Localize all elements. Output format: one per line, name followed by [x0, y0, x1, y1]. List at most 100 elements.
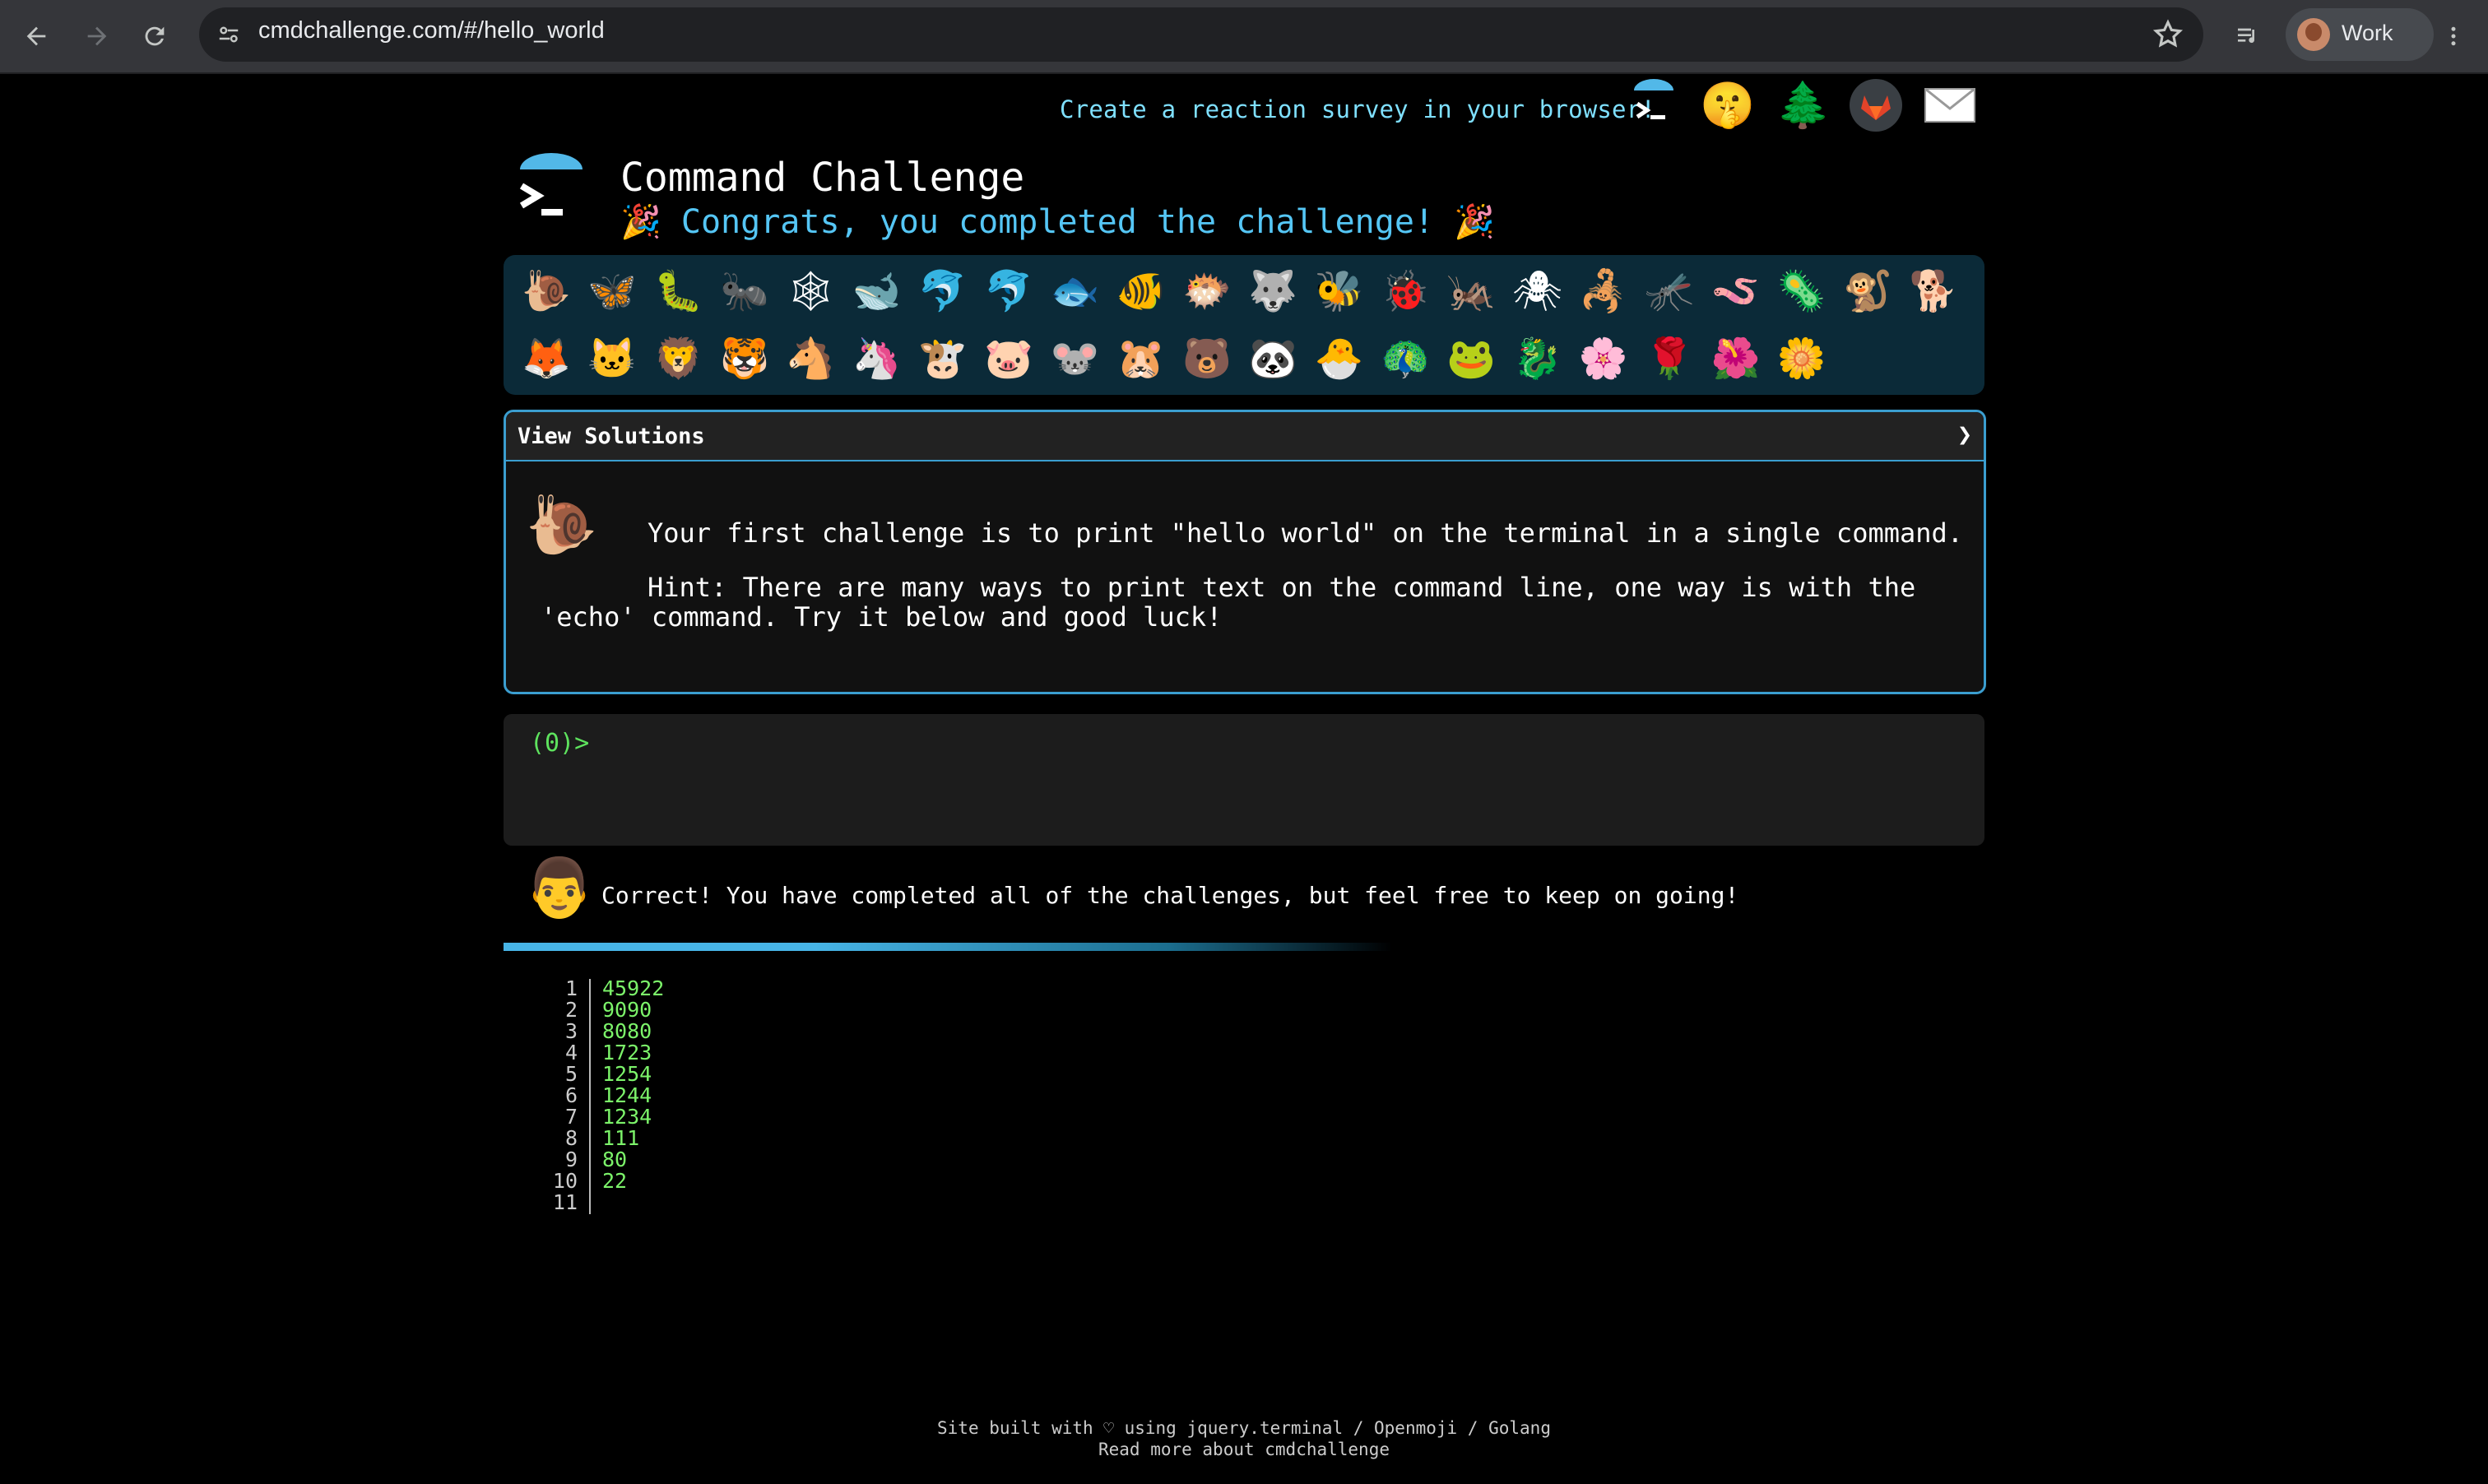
challenge-badge-icon[interactable]: 🐭 — [1048, 332, 1101, 385]
challenge-badge-icon[interactable]: 🐺 — [1246, 265, 1299, 318]
terminal[interactable]: (0)> — [504, 714, 1984, 846]
tree-icon[interactable]: 🌲 — [1775, 79, 1831, 132]
person-avatar-icon: 👨 — [523, 854, 596, 921]
challenge-badge-icon[interactable]: 🐷 — [982, 332, 1035, 385]
challenge-badge-icon[interactable]: 🦟 — [1643, 265, 1696, 318]
challenge-badge-icon[interactable]: 🐱 — [586, 332, 638, 385]
challenge-badge-icon[interactable]: 🐌 — [520, 265, 573, 318]
footer-read-more-link[interactable]: Read more about cmdchallenge — [0, 1440, 2488, 1459]
snail-icon: 🐌 — [526, 491, 598, 559]
challenge-badge-icon[interactable]: 🐝 — [1313, 265, 1366, 318]
challenge-badge-icon[interactable]: 🐞 — [1379, 265, 1432, 318]
challenge-badge-icon[interactable]: 🐉 — [1511, 332, 1564, 385]
line-number: 4 — [564, 1041, 578, 1064]
challenge-badge-icon[interactable]: 🐋 — [851, 265, 903, 318]
site-settings-icon[interactable] — [211, 16, 247, 53]
chevron-right-icon[interactable]: ❯ — [1957, 420, 1972, 449]
challenge-panel: View Solutions ❯ 🐌 Your first challenge … — [504, 410, 1986, 694]
challenge-badge-icon[interactable]: 🕸 — [784, 265, 837, 318]
congrats-message: 🎉 Congrats, you completed the challenge!… — [620, 203, 1495, 241]
challenge-badge-icon[interactable]: 🐻 — [1181, 332, 1233, 385]
challenge-badge-icon[interactable]: 🐛 — [652, 265, 705, 318]
challenge-badge-icon[interactable]: 🐣 — [1313, 332, 1366, 385]
view-solutions-title[interactable]: View Solutions — [518, 424, 705, 449]
shushing-face-icon[interactable]: 🤫 — [1700, 79, 1755, 132]
challenge-badge-icon[interactable]: 🐜 — [718, 265, 771, 318]
cmdchallenge-logo-icon — [513, 151, 589, 230]
challenge-description: Your first challenge is to print "hello … — [648, 517, 1964, 549]
challenge-badge-icon[interactable]: 🦊 — [520, 332, 573, 385]
profile-button[interactable]: Work — [2286, 8, 2434, 61]
address-bar[interactable]: cmdchallenge.com/#/hello_world — [199, 7, 2203, 62]
challenge-badge-icon[interactable]: 🌹 — [1643, 332, 1696, 385]
output-row: 10 22 — [510, 1171, 627, 1192]
url-text[interactable]: cmdchallenge.com/#/hello_world — [258, 17, 605, 44]
avatar — [2297, 18, 2330, 51]
terminal-prompt[interactable]: (0)> — [530, 729, 589, 758]
output-value: 1234 — [602, 1105, 652, 1129]
view-solutions-toggle[interactable]: View Solutions ❯ — [506, 412, 1984, 461]
output-row: 8 111 — [510, 1126, 639, 1150]
output-row: 4 1723 — [510, 1041, 652, 1064]
output-row: 3 8080 — [510, 1019, 652, 1043]
challenge-badge-icon[interactable]: 🐼 — [1246, 332, 1299, 385]
gitlab-icon[interactable] — [1850, 79, 1902, 132]
challenge-badge-icon[interactable]: 🦄 — [851, 332, 903, 385]
challenge-badge-icon[interactable]: 🐴 — [784, 332, 837, 385]
challenge-badge-icon[interactable]: 🐕 — [1907, 265, 1960, 318]
output-value: 80 — [602, 1148, 628, 1171]
challenge-hint-line-1: Hint: There are many ways to print text … — [648, 572, 1916, 603]
forward-button[interactable] — [77, 16, 117, 56]
challenge-badges-panel: 🐌 🦋 🐛 🐜 🕸 🐋 🐬 🐬 🐟 🐠 🐡 🐺 🐝 🐞 🦗 🕷 🦂 🦟 🪱 🦠 🐒 🐕 🦊 🐱 🦁 🐯 🐴 🦄 🐮 🐷 🐭 🐹 🐻 🐼 🐣 🦚 🐸 🐉 🌸 🌹… — [504, 255, 1984, 395]
progress-bar — [504, 943, 1392, 951]
more-menu-icon[interactable] — [2434, 16, 2473, 56]
challenge-badge-icon[interactable]: 🌸 — [1577, 332, 1630, 385]
challenge-badge-icon[interactable]: 🌺 — [1709, 332, 1762, 385]
challenge-badge-icon[interactable]: 🐸 — [1445, 332, 1497, 385]
challenge-badge-icon[interactable]: 🌼 — [1775, 332, 1828, 385]
challenge-badge-icon[interactable]: 🐯 — [718, 332, 771, 385]
output-value: 111 — [602, 1126, 640, 1150]
output-value: 8080 — [602, 1019, 652, 1043]
challenge-badge-icon[interactable]: 🐬 — [917, 265, 969, 318]
challenge-badge-icon[interactable]: 🦁 — [652, 332, 705, 385]
challenge-badge-icon[interactable]: 🦋 — [586, 265, 638, 318]
line-number-gutter — [589, 979, 591, 1214]
browser-toolbar: cmdchallenge.com/#/hello_world Work — [0, 0, 2488, 74]
challenge-badge-icon[interactable]: 🐟 — [1048, 265, 1101, 318]
forward-arrow-icon — [87, 26, 107, 46]
challenge-badge-icon[interactable]: 🕷 — [1511, 265, 1564, 318]
mail-icon[interactable] — [1924, 79, 1976, 132]
challenge-badge-icon[interactable]: 🐡 — [1181, 265, 1233, 318]
output-value: 1254 — [602, 1062, 652, 1086]
challenge-badge-icon[interactable]: 🐹 — [1115, 332, 1167, 385]
reload-button[interactable] — [135, 16, 174, 56]
output-row: 7 1234 — [510, 1106, 652, 1128]
reaction-survey-link[interactable]: Create a reaction survey in your browser… — [1060, 95, 1655, 123]
profile-label: Work — [2342, 21, 2393, 45]
output-value: 1723 — [602, 1041, 652, 1064]
challenge-badge-icon[interactable]: 🐮 — [917, 332, 969, 385]
challenge-badge-icon[interactable]: 🐒 — [1841, 265, 1894, 318]
line-number: 6 — [564, 1083, 578, 1107]
page-title: Command Challenge — [620, 155, 1025, 201]
challenge-badge-icon[interactable]: 🐠 — [1115, 265, 1167, 318]
challenge-badge-icon[interactable]: 🪱 — [1709, 265, 1762, 318]
challenge-badge-icon[interactable]: 🦂 — [1577, 265, 1630, 318]
line-number: 3 — [564, 1019, 578, 1043]
challenge-badge-icon[interactable]: 🦚 — [1379, 332, 1432, 385]
reaction-survey-icon[interactable] — [1627, 79, 1680, 132]
back-arrow-icon — [26, 26, 46, 46]
output-row: 1 45922 — [510, 976, 664, 1000]
bookmark-star-icon[interactable] — [2151, 17, 2185, 52]
back-button[interactable] — [16, 16, 56, 56]
output-row: 2 9090 — [510, 999, 652, 1021]
result-message: Correct! You have completed all of the c… — [601, 882, 1739, 909]
challenge-badge-icon[interactable]: 🐬 — [982, 265, 1035, 318]
challenge-badge-icon[interactable]: 🦗 — [1445, 265, 1497, 318]
challenge-badge-icon[interactable]: 🦠 — [1775, 265, 1828, 318]
line-number: 1 — [564, 976, 578, 1000]
line-number: 9 — [564, 1148, 578, 1171]
reading-list-icon[interactable] — [2228, 16, 2268, 56]
line-number: 8 — [564, 1126, 578, 1150]
